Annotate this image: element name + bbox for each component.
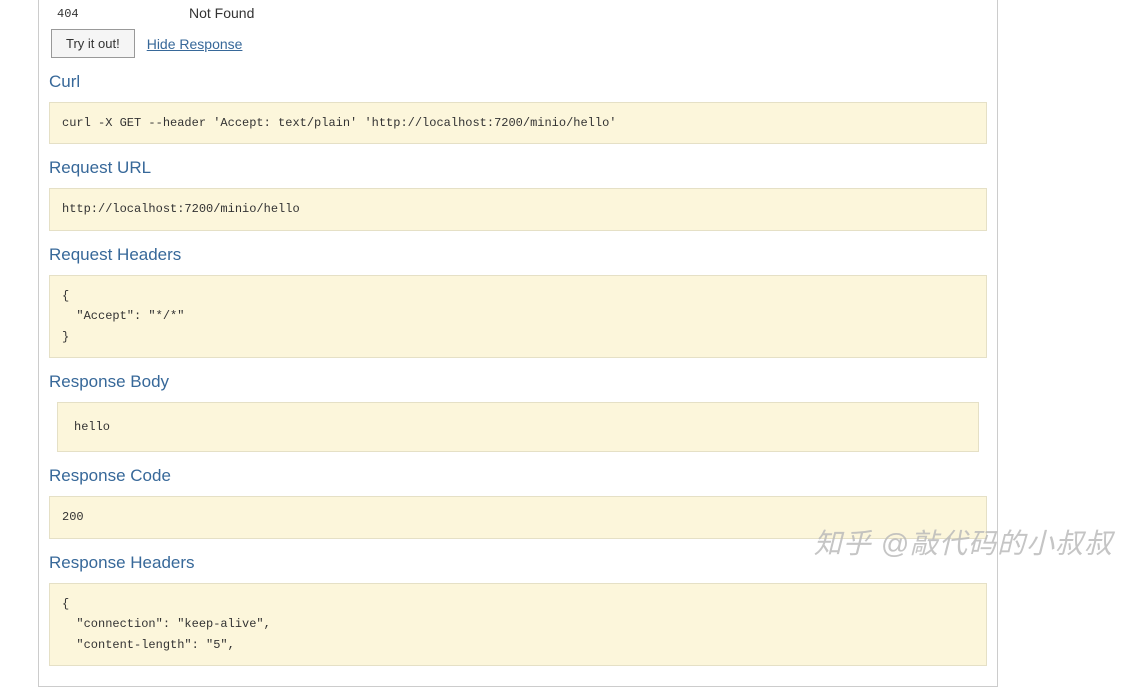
response-headers-heading: Response Headers xyxy=(49,553,987,573)
request-headers-heading: Request Headers xyxy=(49,245,987,265)
hide-response-link[interactable]: Hide Response xyxy=(147,36,243,52)
curl-heading: Curl xyxy=(49,72,987,92)
response-code-heading: Response Code xyxy=(49,466,987,486)
curl-block[interactable]: curl -X GET --header 'Accept: text/plain… xyxy=(49,102,987,144)
status-reason: Not Found xyxy=(189,5,254,21)
status-code: 404 xyxy=(57,7,79,21)
response-code-block[interactable]: 200 xyxy=(49,496,987,538)
action-row: Try it out! Hide Response xyxy=(49,29,987,58)
response-status-row: 404 Not Found xyxy=(49,0,987,29)
response-headers-block[interactable]: { "connection": "keep-alive", "content-l… xyxy=(49,583,987,666)
request-headers-block[interactable]: { "Accept": "*/*" } xyxy=(49,275,987,358)
swagger-operation-panel: 404 Not Found Try it out! Hide Response … xyxy=(38,0,998,687)
try-it-out-button[interactable]: Try it out! xyxy=(51,29,135,58)
response-body-block[interactable]: hello xyxy=(57,402,979,452)
response-body-heading: Response Body xyxy=(49,372,987,392)
request-url-block[interactable]: http://localhost:7200/minio/hello xyxy=(49,188,987,230)
status-code-cell: 404 xyxy=(49,4,189,21)
request-url-heading: Request URL xyxy=(49,158,987,178)
